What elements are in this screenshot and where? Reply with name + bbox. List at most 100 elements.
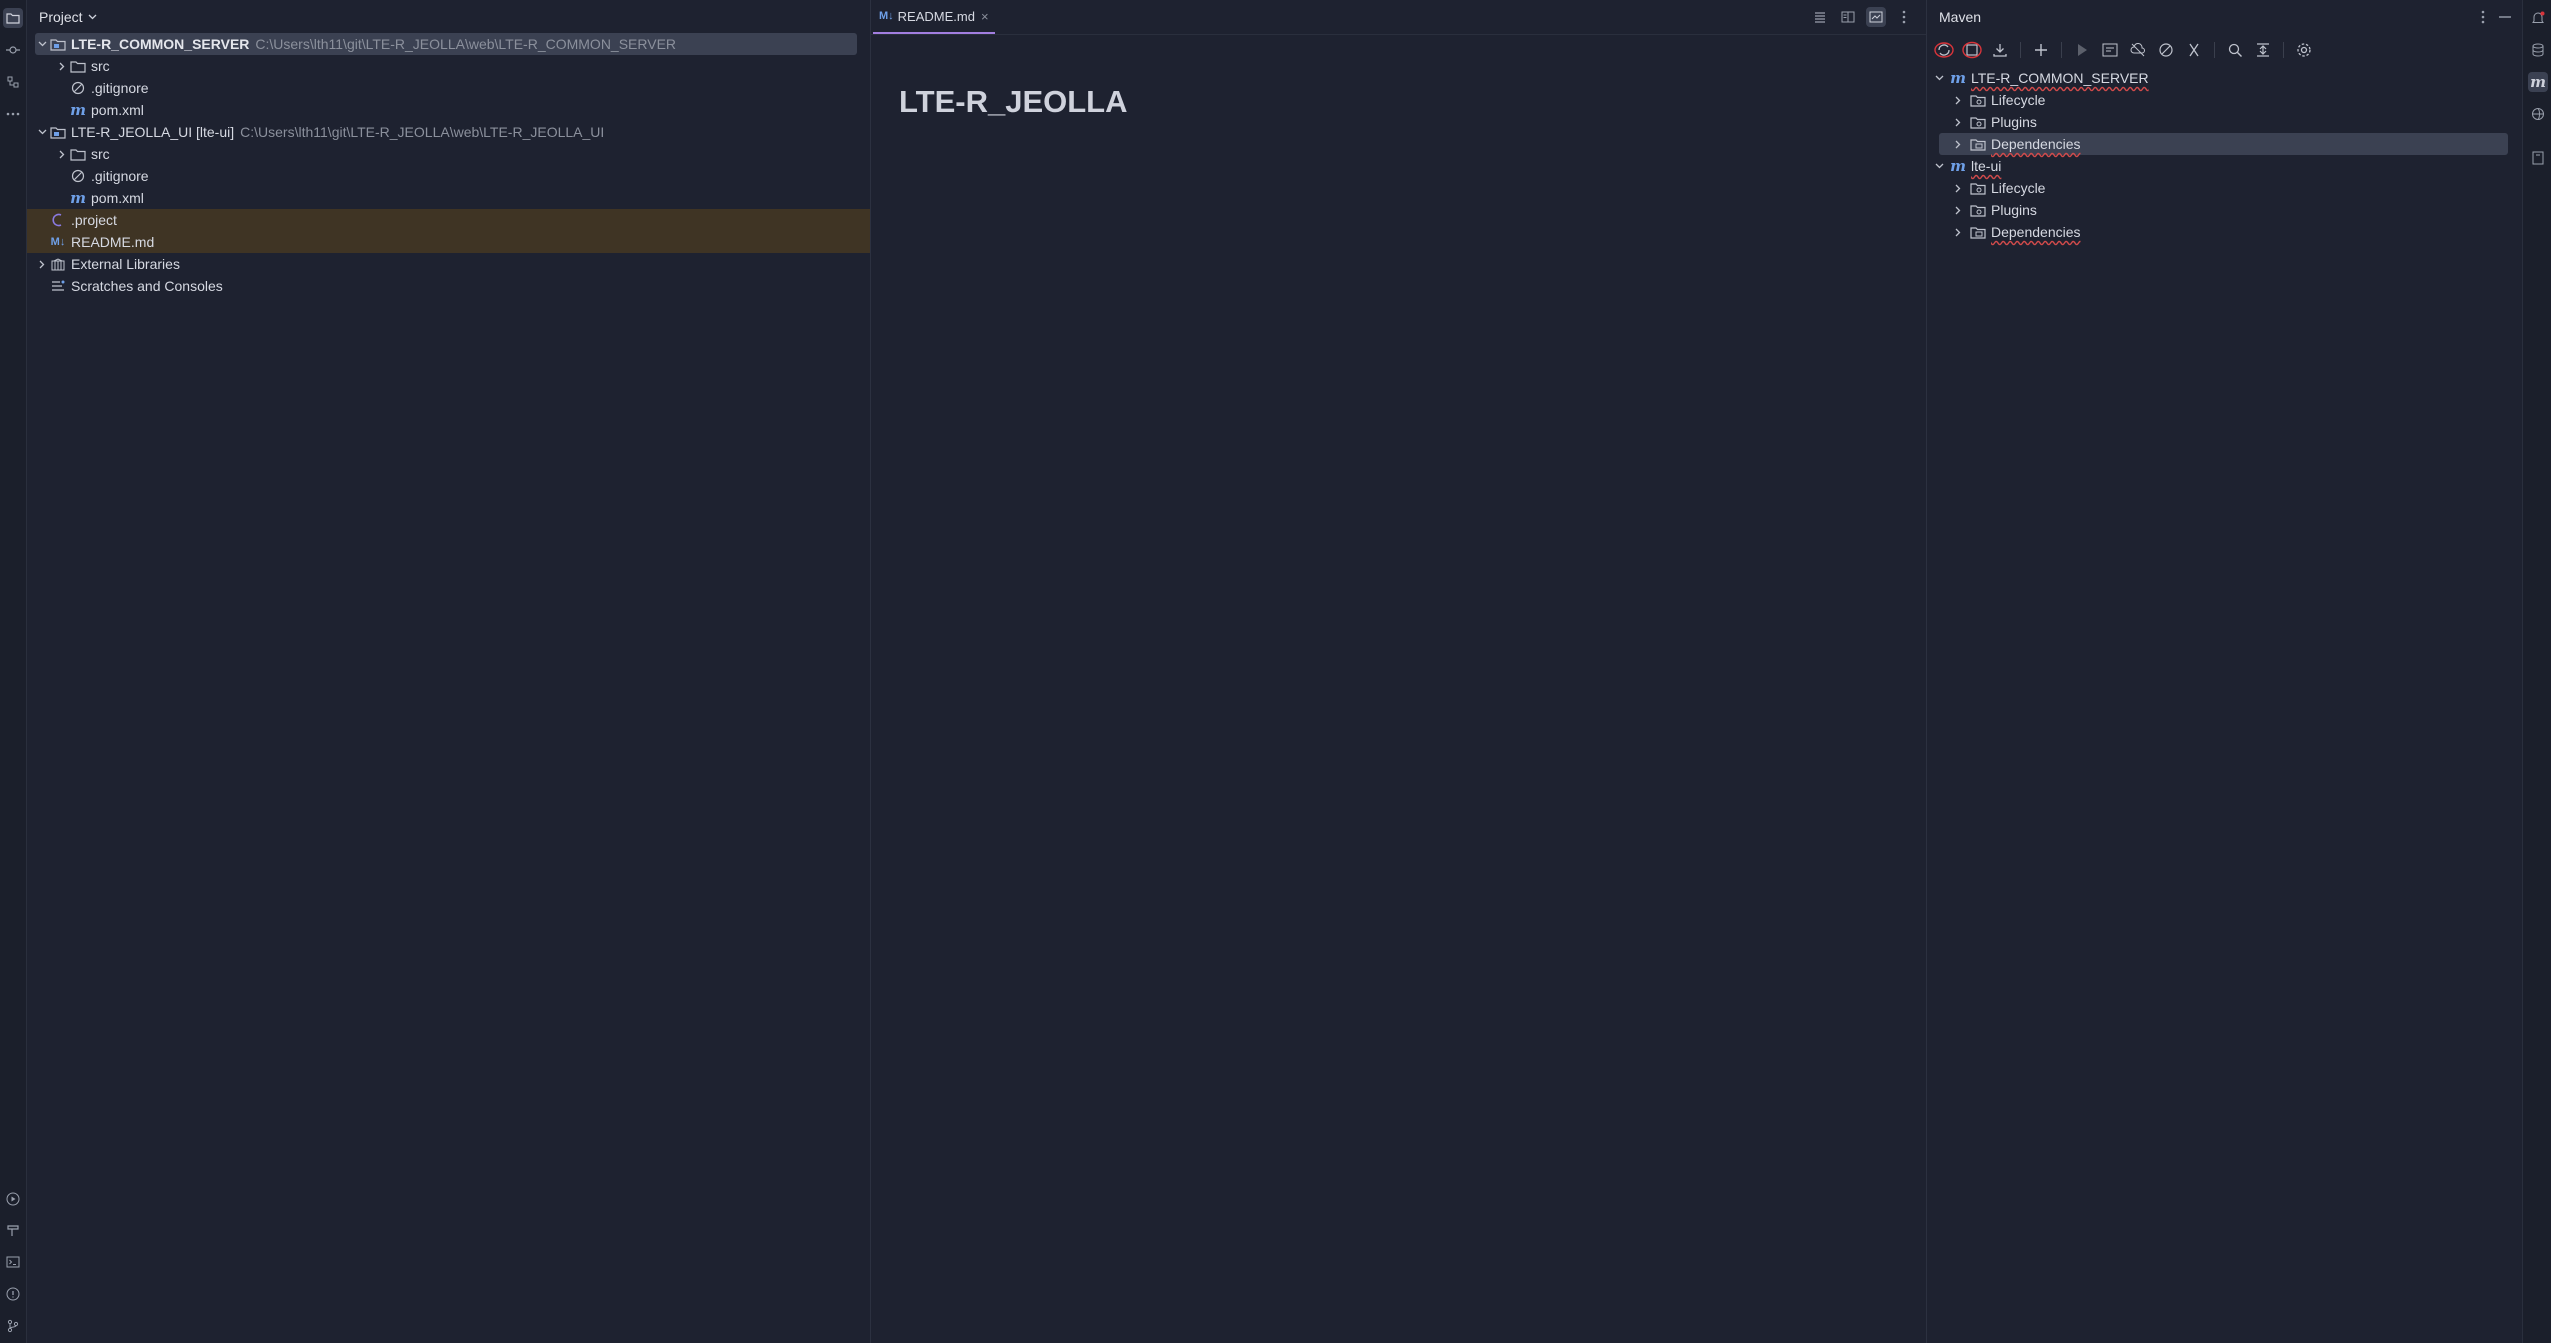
maven-project-common-server[interactable]: m LTE-R_COMMON_SERVER	[1927, 67, 2521, 89]
tree-label: Dependencies	[1991, 136, 2081, 152]
run-goal-icon[interactable]	[2071, 39, 2093, 61]
tree-label: pom.xml	[91, 190, 144, 206]
maven-title: Maven	[1939, 9, 1982, 25]
tree-row-src[interactable]: src	[27, 143, 870, 165]
chevron-down-icon[interactable]	[1935, 163, 1949, 169]
tree-label: Lifecycle	[1991, 92, 2046, 108]
minimize-icon[interactable]	[2499, 16, 2511, 18]
chevron-right-icon[interactable]	[1955, 228, 1969, 237]
tree-row-src[interactable]: src	[27, 55, 870, 77]
chevron-right-icon[interactable]	[1955, 118, 1969, 127]
structure-tool-icon[interactable]	[3, 72, 23, 92]
tree-label: LTE-R_COMMON_SERVER	[71, 36, 250, 52]
tree-row-gitignore[interactable]: .gitignore	[27, 165, 870, 187]
chevron-right-icon[interactable]	[55, 62, 69, 71]
bookmarks-icon[interactable]	[2528, 148, 2548, 168]
chevron-down-icon[interactable]	[1935, 75, 1949, 81]
endpoints-icon[interactable]	[2528, 104, 2548, 124]
tree-row-project-file[interactable]: .project	[27, 209, 870, 231]
execute-goal-icon[interactable]	[2099, 39, 2121, 61]
maven-settings-gear-icon[interactable]	[2293, 39, 2315, 61]
chevron-right-icon[interactable]	[35, 260, 49, 269]
tree-label: lte-ui	[1971, 158, 2002, 174]
scratches-icon	[49, 278, 67, 294]
analyze-dependencies-icon[interactable]	[2224, 39, 2246, 61]
tree-row-scratches[interactable]: Scratches and Consoles	[27, 275, 870, 297]
offline-mode-icon[interactable]	[2127, 39, 2149, 61]
tree-label: Dependencies	[1991, 224, 2081, 240]
tree-row-pom[interactable]: m pom.xml	[27, 99, 870, 121]
maven-node-plugins[interactable]: Plugins	[1927, 111, 2521, 133]
project-pane-title: Project	[39, 9, 83, 25]
library-icon	[49, 256, 67, 272]
toggle-profiles-icon[interactable]	[2183, 39, 2205, 61]
maven-project-icon: m	[1950, 69, 1966, 87]
commit-tool-icon[interactable]	[3, 40, 23, 60]
chevron-right-icon[interactable]	[55, 150, 69, 159]
tree-label: LTE-R_JEOLLA_UI [lte-ui]	[71, 124, 235, 140]
more-options-icon[interactable]	[2481, 10, 2485, 24]
tree-label: README.md	[71, 234, 155, 250]
tree-row-gitignore[interactable]: .gitignore	[27, 77, 870, 99]
right-tool-strip: m	[2522, 0, 2551, 1343]
tree-row-external-libraries[interactable]: External Libraries	[27, 253, 870, 275]
module-folder-icon	[49, 124, 67, 140]
maven-node-lifecycle[interactable]: Lifecycle	[1927, 89, 2521, 111]
settings-folder-icon	[1969, 92, 1987, 108]
chevron-down-icon[interactable]	[88, 14, 97, 20]
maven-project-lte-ui[interactable]: m lte-ui	[1927, 155, 2521, 177]
tree-label: Plugins	[1991, 202, 2037, 218]
chevron-right-icon[interactable]	[1955, 184, 1969, 193]
tree-row-jeolla-ui[interactable]: LTE-R_JEOLLA_UI [lte-ui] C:\Users\lth11\…	[27, 121, 870, 143]
markdown-file-icon: M↓	[879, 10, 894, 22]
tree-row-readme[interactable]: M↓ README.md	[27, 231, 870, 253]
tree-row-pom[interactable]: m pom.xml	[27, 187, 870, 209]
toolbar-separator	[2283, 42, 2284, 58]
chevron-right-icon[interactable]	[1955, 206, 1969, 215]
chevron-down-icon[interactable]	[35, 41, 49, 47]
generate-sources-icon[interactable]	[1961, 39, 1983, 61]
more-tools-icon[interactable]	[3, 104, 23, 124]
eclipse-project-icon	[49, 212, 67, 228]
chevron-right-icon[interactable]	[1955, 140, 1969, 149]
download-sources-icon[interactable]	[1989, 39, 2011, 61]
split-view-icon[interactable]	[1838, 7, 1858, 27]
skip-tests-icon[interactable]	[2155, 39, 2177, 61]
maven-node-lifecycle[interactable]: Lifecycle	[1927, 177, 2521, 199]
chevron-right-icon[interactable]	[1955, 96, 1969, 105]
chevron-down-icon[interactable]	[35, 129, 49, 135]
more-options-icon[interactable]	[1894, 7, 1914, 27]
editor-area: M↓ README.md × LTE-R_JEOLLA	[871, 0, 1926, 1343]
preview-only-icon[interactable]	[1866, 7, 1886, 27]
notifications-bell-icon[interactable]	[2528, 8, 2548, 28]
maven-node-dependencies[interactable]: Dependencies	[1927, 221, 2521, 243]
add-project-icon[interactable]	[2030, 39, 2052, 61]
collapse-all-icon[interactable]	[2252, 39, 2274, 61]
folder-icon	[69, 58, 87, 74]
problems-tool-icon[interactable]	[3, 1284, 23, 1304]
terminal-tool-icon[interactable]	[3, 1252, 23, 1272]
toolbar-separator	[2020, 42, 2021, 58]
maven-tool-icon[interactable]: m	[2528, 72, 2548, 92]
project-tool-folder-icon[interactable]	[3, 8, 23, 28]
database-icon[interactable]	[2528, 40, 2548, 60]
project-pane-header[interactable]: Project	[27, 0, 870, 34]
tab-readme[interactable]: M↓ README.md ×	[873, 0, 995, 34]
run-tool-icon[interactable]	[3, 1189, 23, 1209]
tree-row-common-server[interactable]: LTE-R_COMMON_SERVER C:\Users\lth11\git\L…	[35, 33, 857, 55]
close-icon[interactable]: ×	[981, 9, 989, 24]
maven-node-dependencies[interactable]: Dependencies	[1939, 133, 2508, 155]
maven-header: Maven	[1927, 0, 2521, 34]
editor-only-icon[interactable]	[1810, 7, 1830, 27]
dependencies-folder-icon	[1969, 136, 1987, 152]
build-tool-icon[interactable]	[3, 1220, 23, 1240]
maven-node-plugins[interactable]: Plugins	[1927, 199, 2521, 221]
reload-all-projects-icon[interactable]	[1933, 39, 1955, 61]
maven-pom-icon: m	[70, 189, 86, 207]
tree-label: Scratches and Consoles	[71, 278, 223, 294]
maven-tool-window: Maven m LTE-R_COMMON_SERVER Lifecycle Pl…	[1927, 0, 2521, 1343]
maven-toolbar	[1927, 38, 2315, 62]
tree-label: External Libraries	[71, 256, 180, 272]
git-tool-icon[interactable]	[3, 1316, 23, 1336]
tree-label: LTE-R_COMMON_SERVER	[1971, 70, 2149, 86]
